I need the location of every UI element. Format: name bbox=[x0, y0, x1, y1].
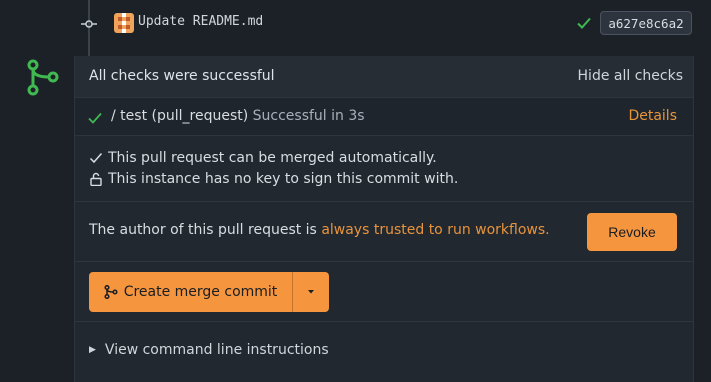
cli-label: View command line instructions bbox=[104, 342, 329, 358]
can-merge-line: This pull request can be merged automati… bbox=[89, 150, 437, 166]
commit-message[interactable]: Update README.md bbox=[138, 14, 263, 29]
check-details-link[interactable]: Details bbox=[628, 108, 677, 124]
merge-options-dropdown[interactable] bbox=[293, 272, 329, 312]
avatar[interactable] bbox=[114, 13, 134, 33]
check-icon bbox=[89, 153, 103, 164]
author-trust-text: The author of this pull request is bbox=[89, 222, 317, 238]
view-cli-instructions-toggle[interactable]: ▶ View command line instructions bbox=[89, 342, 329, 358]
cli-row: ▶ View command line instructions bbox=[75, 322, 693, 382]
hide-checks-button[interactable]: Hide all checks bbox=[578, 68, 683, 84]
no-key-line: This instance has no key to sign this co… bbox=[89, 171, 458, 187]
git-merge-icon bbox=[24, 58, 62, 96]
revoke-button[interactable]: Revoke bbox=[587, 213, 677, 251]
author-trust-row: The author of this pull request is alway… bbox=[75, 202, 693, 262]
merge-button-label: Create merge commit bbox=[123, 284, 278, 300]
git-merge-icon bbox=[104, 285, 118, 299]
merge-info: This pull request can be merged automati… bbox=[75, 136, 693, 202]
can-merge-text: This pull request can be merged automati… bbox=[108, 150, 437, 166]
check-status: Successful in 3s bbox=[252, 108, 365, 124]
commit-sha[interactable]: a627e8c6a2 bbox=[600, 11, 692, 35]
create-merge-commit-button[interactable]: Create merge commit bbox=[89, 272, 293, 312]
commit-row: Update README.md a627e8c6a2 bbox=[0, 0, 711, 46]
caret-down-icon bbox=[308, 290, 314, 294]
unlock-icon bbox=[90, 172, 102, 186]
check-item: / test (pull_request) Successful in 3s D… bbox=[75, 98, 693, 136]
merge-button-group: Create merge commit bbox=[89, 272, 329, 312]
merge-row: Create merge commit bbox=[75, 262, 693, 322]
merge-panel: All checks were successful Hide all chec… bbox=[74, 56, 694, 382]
caret-right-icon: ▶ bbox=[89, 345, 96, 355]
check-name: / test (pull_request) bbox=[111, 108, 249, 124]
check-icon bbox=[87, 110, 103, 126]
checks-title: All checks were successful bbox=[89, 68, 275, 84]
git-commit-icon bbox=[81, 16, 97, 32]
checks-header: All checks were successful Hide all chec… bbox=[75, 56, 693, 98]
check-name-line: / test (pull_request) Successful in 3s bbox=[111, 108, 365, 124]
check-icon bbox=[575, 14, 593, 32]
author-trust-line: The author of this pull request is alway… bbox=[89, 222, 550, 238]
trusted-workflows-link[interactable]: always trusted to run workflows. bbox=[321, 222, 549, 238]
no-key-text: This instance has no key to sign this co… bbox=[108, 171, 459, 187]
